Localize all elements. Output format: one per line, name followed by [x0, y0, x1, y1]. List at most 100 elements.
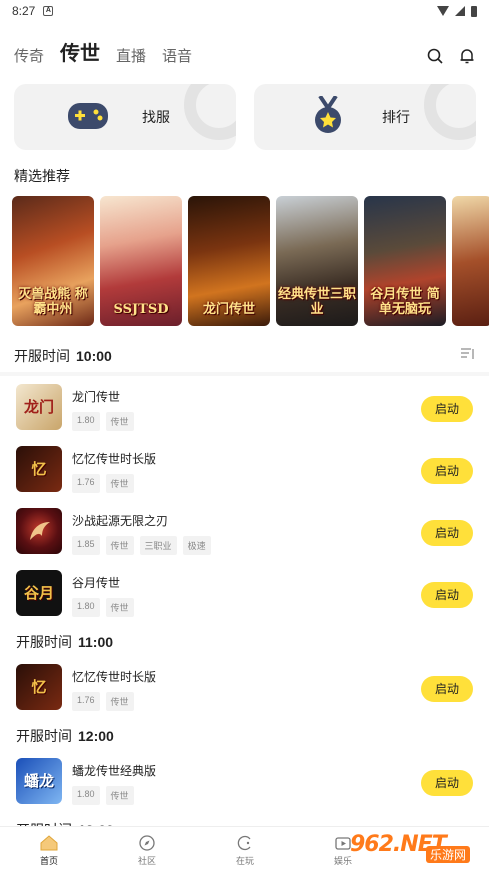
- featured-poster[interactable]: 灭兽战熊 称霸中州: [12, 196, 94, 326]
- server-time-value: 10:00: [76, 348, 112, 364]
- game-row[interactable]: 谷月 谷月传世 1.80 传世 启动: [0, 564, 489, 626]
- battery-icon: [471, 5, 477, 17]
- nav-label: 社区: [137, 856, 156, 866]
- notification-app-icon: A: [43, 6, 54, 16]
- game-thumbnail: 龙门: [16, 384, 62, 430]
- featured-poster[interactable]: 经典传世三职业: [276, 196, 358, 326]
- game-tags: 1.76 传世: [72, 692, 134, 711]
- tag-version: 1.80: [72, 786, 100, 805]
- nav-community[interactable]: 社区: [98, 827, 196, 871]
- thumb-text: 谷月: [23, 583, 54, 602]
- sort-icon[interactable]: [461, 348, 475, 360]
- game-row[interactable]: 忆 忆忆传世时长版 1.76 传世 启动: [0, 440, 489, 502]
- game-thumbnail: 忆: [16, 446, 62, 492]
- server-time-value: 12:00: [78, 728, 114, 744]
- tag-version: 1.80: [72, 598, 100, 617]
- start-button[interactable]: 启动: [421, 458, 473, 484]
- compass-icon: [139, 835, 155, 851]
- status-icons: [437, 5, 477, 17]
- play-icon: [335, 837, 351, 850]
- poster-text: SSJTSD: [113, 302, 169, 318]
- game-name: 谷月传世: [72, 576, 121, 590]
- server-time-label: 开服时间: [16, 634, 72, 650]
- featured-poster[interactable]: 龙门传世: [188, 196, 270, 326]
- poster-text: 龙门传世: [202, 302, 255, 318]
- tab-live[interactable]: 直播: [116, 45, 146, 70]
- game-name: 蟠龙传世经典版: [72, 764, 157, 778]
- game-name: 龙门传世: [72, 390, 121, 404]
- game-row[interactable]: 沙战起源无限之刃 1.85 传世 三职业 极速 启动: [0, 502, 489, 564]
- featured-poster[interactable]: SSJTSD: [100, 196, 182, 326]
- game-thumbnail: [16, 508, 62, 554]
- featured-carousel[interactable]: 灭兽战熊 称霸中州 SSJTSD 龙门传世 经典传世三职业 谷月传世 简单无脑玩: [12, 196, 489, 326]
- start-button[interactable]: 启动: [421, 582, 473, 608]
- quick-cards: 找服 排行: [14, 84, 476, 150]
- poster-text: 灭兽战熊 称霸中州: [18, 286, 88, 318]
- thumb-text: 蟠龙: [23, 771, 54, 790]
- find-server-card[interactable]: 找服: [14, 84, 236, 150]
- top-tab-bar: 传奇 传世 直播 语音: [0, 40, 489, 70]
- find-server-label: 找服: [142, 109, 170, 125]
- gamepad-small-icon: [237, 835, 251, 851]
- section-divider: [0, 372, 489, 376]
- card-decoration: [184, 84, 236, 140]
- game-tags: 1.80 传世: [72, 412, 134, 431]
- tag-version: 1.76: [72, 474, 100, 493]
- featured-poster[interactable]: [452, 196, 489, 326]
- tab-chuanqi[interactable]: 传奇: [14, 45, 44, 70]
- thumb-text: 忆: [31, 677, 47, 696]
- start-button[interactable]: 启动: [421, 770, 473, 796]
- tag-version: 1.85: [72, 536, 100, 555]
- status-time: 8:27: [12, 4, 36, 18]
- game-name: 忆忆传世时长版: [72, 452, 157, 466]
- ranking-label: 排行: [382, 109, 410, 125]
- start-button[interactable]: 启动: [421, 520, 473, 546]
- server-time-label: 开服时间: [16, 728, 72, 744]
- tag-version: 1.76: [72, 692, 100, 711]
- thumb-text: 龙门: [23, 397, 54, 416]
- game-tags: 1.76 传世: [72, 474, 134, 493]
- start-button[interactable]: 启动: [421, 676, 473, 702]
- tag-type: 传世: [105, 412, 134, 431]
- gamepad-icon: [66, 96, 110, 136]
- tag-type: 传世: [105, 536, 134, 555]
- game-thumbnail: 忆: [16, 664, 62, 710]
- server-time-value: 11:00: [78, 634, 114, 650]
- game-row[interactable]: 忆 忆忆传世时长版 1.76 传世 启动: [0, 658, 489, 720]
- tag-type: 传世: [105, 474, 134, 493]
- game-tags: 1.80 传世: [72, 598, 134, 617]
- server-time-group-header: 开服时间 11:00: [16, 632, 113, 652]
- game-tags: 1.80 传世: [72, 786, 134, 805]
- tag-speed: 极速: [182, 536, 211, 555]
- status-bar: 8:27 A: [0, 0, 489, 22]
- top-actions: [427, 48, 475, 70]
- tag-type: 传世: [105, 786, 134, 805]
- game-row[interactable]: 蟠龙 蟠龙传世经典版 1.80 传世 启动: [0, 752, 489, 814]
- game-row[interactable]: 龙门 龙门传世 1.80 传世 启动: [0, 378, 489, 440]
- game-name: 忆忆传世时长版: [72, 670, 157, 684]
- poster-text: 谷月传世 简单无脑玩: [370, 286, 440, 318]
- nav-label: 首页: [39, 856, 58, 866]
- game-tags: 1.85 传世 三职业 极速: [72, 536, 211, 555]
- card-decoration: [424, 84, 476, 140]
- home-icon: [40, 835, 58, 851]
- nav-home[interactable]: 首页: [0, 827, 98, 871]
- wifi-icon: [437, 6, 449, 16]
- tab-voice[interactable]: 语音: [162, 45, 192, 70]
- tag-version: 1.80: [72, 412, 100, 431]
- start-button[interactable]: 启动: [421, 396, 473, 422]
- game-logo-icon: [30, 522, 50, 540]
- search-icon[interactable]: [427, 48, 443, 64]
- nav-label: 在玩: [235, 856, 254, 866]
- poster-text: 经典传世三职业: [277, 286, 356, 318]
- nav-playing[interactable]: 在玩: [196, 827, 294, 871]
- signal-icon: [455, 6, 465, 16]
- tab-chuanshi[interactable]: 传世: [60, 37, 100, 70]
- ranking-card[interactable]: 排行: [254, 84, 476, 150]
- site-watermark: 962.NET 乐游网: [350, 822, 489, 866]
- watermark-sub: 乐游网: [426, 846, 471, 863]
- bell-icon[interactable]: [459, 48, 475, 64]
- tag-class: 三职业: [139, 536, 177, 555]
- server-time-label: 开服时间: [14, 348, 70, 364]
- featured-poster[interactable]: 谷月传世 简单无脑玩: [364, 196, 446, 326]
